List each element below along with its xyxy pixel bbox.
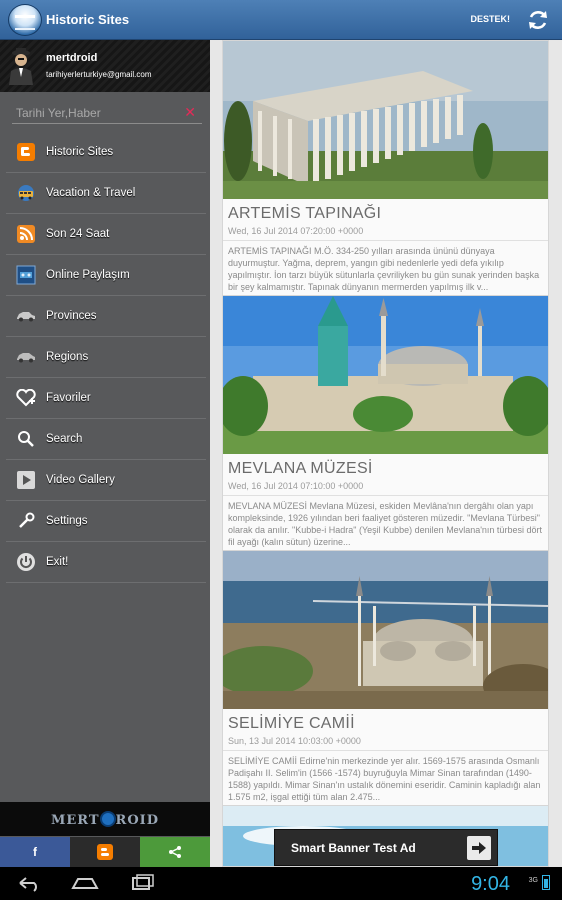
clock: 9:04 [471, 873, 510, 895]
rss-icon [16, 224, 36, 244]
brand-d-icon [99, 810, 116, 827]
article-summary: ARTEMİS TAPINAĞI M.Ö. 334-250 yılları ar… [228, 246, 540, 292]
ad-banner[interactable]: Smart Banner Test Ad [274, 829, 498, 866]
facebook-icon: f [33, 845, 37, 859]
car-icon [16, 306, 36, 326]
share-screen-icon [16, 265, 36, 285]
recent-apps-icon[interactable] [126, 873, 156, 893]
close-icon[interactable]: ✕ [184, 104, 196, 121]
avatar [9, 48, 33, 85]
brand-left: MERT [50, 812, 100, 828]
sidebar-item-label: Favoriler [46, 392, 91, 404]
action-bar: Historic Sites DESTEK! [0, 0, 562, 40]
sidebar-item-label: Search [46, 433, 83, 445]
sidebar-item-historic-sites[interactable]: Historic Sites [6, 132, 206, 173]
sidebar-item-provinces[interactable]: Provinces [6, 296, 206, 337]
article-date: Wed, 16 Jul 2014 07:20:00 +0000 [223, 223, 548, 241]
user-name: mertdroid [46, 52, 98, 64]
article-card[interactable]: MEVLANA MÜZESİ Wed, 16 Jul 2014 07:10:00… [222, 295, 549, 559]
article-title: ARTEMİS TAPINAĞI [228, 205, 382, 222]
sidebar-item-label: Regions [46, 351, 89, 363]
sidebar-item-label: Son 24 Saat [46, 228, 110, 240]
sidebar-item-son-24-saat[interactable]: Son 24 Saat [6, 214, 206, 255]
share-bar: f [0, 837, 210, 867]
sidebar-item-label: Exit! [46, 556, 69, 568]
wrench-icon [16, 511, 36, 531]
drawer-search: ✕ [6, 92, 204, 132]
battery-icon [542, 875, 550, 890]
article-card[interactable]: SELİMİYE CAMİİ Sun, 13 Jul 2014 10:03:00… [222, 550, 549, 814]
article-image [223, 41, 548, 199]
search-icon [16, 429, 36, 449]
share-icon [169, 846, 181, 858]
facebook-share-button[interactable]: f [0, 837, 70, 867]
user-email: tarihiyerlerturkiye@gmail.com [46, 70, 152, 79]
refresh-icon[interactable] [526, 8, 550, 32]
navigation-drawer: mertdroid tarihiyerlerturkiye@gmail.com … [0, 40, 210, 837]
brand-logo: MERT ROID [0, 802, 210, 836]
blogger-icon [97, 844, 113, 860]
sidebar-item-label: Settings [46, 515, 88, 527]
drawer-menu: Historic Sites Vacation & Travel Son 24 … [0, 132, 210, 583]
search-input[interactable] [12, 102, 202, 124]
network-type: 3G [528, 877, 538, 884]
power-icon [16, 552, 36, 572]
article-image [223, 551, 548, 709]
sidebar-item-favoriler[interactable]: Favoriler [6, 378, 206, 419]
sidebar-item-vacation-travel[interactable]: Vacation & Travel [6, 173, 206, 214]
back-icon[interactable] [14, 873, 44, 893]
support-button[interactable]: DESTEK! [470, 14, 510, 24]
share-button[interactable] [140, 837, 210, 867]
heart-plus-icon [16, 388, 36, 408]
blogger-icon [16, 142, 36, 162]
article-image [223, 296, 548, 454]
article-title: MEVLANA MÜZESİ [228, 460, 373, 477]
sidebar-item-label: Online Paylaşım [46, 269, 130, 281]
sidebar-item-regions[interactable]: Regions [6, 337, 206, 378]
article-summary: MEVLANA MÜZESİ Mevlana Müzesi, eskiden M… [228, 501, 542, 547]
home-icon[interactable] [70, 873, 100, 893]
play-icon [16, 470, 36, 490]
app-logo-icon[interactable] [8, 4, 42, 36]
bus-icon [16, 183, 36, 203]
map-pin-icon [16, 347, 36, 367]
app-title: Historic Sites [46, 12, 130, 27]
article-summary: SELİMİYE CAMİİ Edirne'nin merkezinde yer… [228, 756, 541, 802]
sidebar-item-search[interactable]: Search [6, 419, 206, 460]
sidebar-item-label: Historic Sites [46, 146, 114, 158]
sidebar-item-exit[interactable]: Exit! [6, 542, 206, 583]
system-navigation-bar: 9:04 3G [0, 867, 562, 900]
sidebar-item-label: Video Gallery [46, 474, 115, 486]
sidebar-item-online-paylasim[interactable]: Online Paylaşım [6, 255, 206, 296]
brand-right: ROID [115, 812, 160, 828]
blogger-share-button[interactable] [70, 837, 140, 867]
sidebar-item-label: Vacation & Travel [46, 187, 136, 199]
sidebar-item-settings[interactable]: Settings [6, 501, 206, 542]
article-card[interactable]: ARTEMİS TAPINAĞI Wed, 16 Jul 2014 07:20:… [222, 40, 549, 304]
sidebar-item-label: Provinces [46, 310, 97, 322]
article-feed[interactable]: ARTEMİS TAPINAĞI Wed, 16 Jul 2014 07:20:… [210, 40, 562, 867]
article-date: Wed, 16 Jul 2014 07:10:00 +0000 [223, 478, 548, 496]
arrow-right-icon[interactable] [467, 836, 491, 860]
user-panel: mertdroid tarihiyerlerturkiye@gmail.com [0, 40, 210, 92]
ad-text: Smart Banner Test Ad [291, 841, 416, 855]
article-title: SELİMİYE CAMİİ [228, 715, 355, 732]
sidebar-item-video-gallery[interactable]: Video Gallery [6, 460, 206, 501]
article-date: Sun, 13 Jul 2014 10:03:00 +0000 [223, 733, 548, 751]
